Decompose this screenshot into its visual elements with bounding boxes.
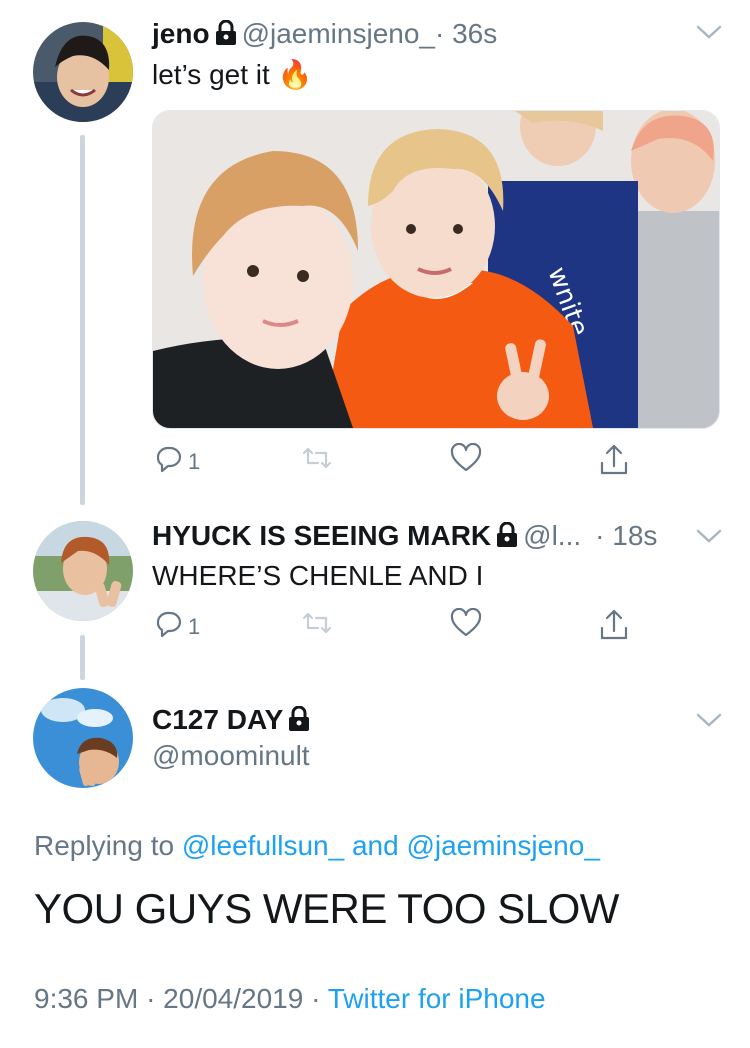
lock-icon — [214, 19, 238, 53]
reply-button[interactable]: 1 — [152, 443, 200, 481]
share-icon — [598, 443, 630, 483]
like-button[interactable] — [450, 442, 482, 479]
replying-prefix: Replying to — [34, 830, 175, 861]
meta-separator: · — [146, 983, 156, 1014]
meta-separator: · — [311, 983, 321, 1014]
user-handle[interactable]: @jaeminsjeno_ — [242, 18, 435, 49]
chevron-down-icon[interactable] — [696, 24, 722, 45]
tweet-source-link[interactable]: Twitter for iPhone — [328, 983, 546, 1014]
tweet-text: let’s get it 🔥 — [152, 58, 312, 91]
fire-emoji: 🔥 — [277, 59, 313, 90]
user-handle[interactable]: @moominult — [152, 740, 310, 772]
tweet-actions: 1 — [152, 607, 672, 648]
display-name[interactable]: HYUCK IS SEEING MARK — [152, 520, 491, 551]
retweet-button[interactable] — [300, 443, 334, 479]
retweet-button[interactable] — [300, 608, 334, 644]
user-handle[interactable]: @l... — [523, 520, 581, 551]
thread-line-2 — [80, 635, 85, 680]
reply-mention-link[interactable]: @leefullsun_ — [182, 830, 344, 861]
tweet-time: 9:36 PM — [34, 983, 139, 1014]
reply-count: 1 — [188, 449, 201, 474]
avatar[interactable] — [33, 688, 133, 788]
retweet-icon — [300, 443, 334, 479]
chevron-down-icon[interactable] — [696, 712, 722, 733]
tweet-meta: 9:36 PM · 20/04/2019 · Twitter for iPhon… — [34, 983, 546, 1015]
reply-mention-link[interactable]: @jaeminsjeno_ — [406, 830, 599, 861]
display-name[interactable]: C127 DAY — [152, 704, 283, 735]
tweet-date: 20/04/2019 — [163, 983, 304, 1014]
like-icon — [450, 442, 482, 479]
share-icon — [598, 608, 630, 648]
thread-line-1 — [80, 135, 85, 505]
avatar[interactable] — [33, 521, 133, 621]
timestamp[interactable]: · 36s — [435, 18, 497, 49]
like-button[interactable] — [450, 607, 482, 644]
reply-count: 1 — [188, 614, 201, 639]
tweet-photo[interactable]: wnite — [152, 110, 720, 429]
reply-icon — [152, 443, 184, 481]
chevron-down-icon[interactable] — [696, 528, 722, 549]
reply-button[interactable]: 1 — [152, 608, 200, 646]
main-tweet-name-row: C127 DAY — [152, 704, 315, 739]
tweet-header: jeno @jaeminsjeno_· 36s — [152, 18, 497, 53]
lock-icon — [287, 705, 311, 739]
tweet-text: WHERE’S CHENLE AND I — [152, 560, 484, 591]
main-tweet-text: YOU GUYS WERE TOO SLOW — [34, 885, 619, 932]
lock-icon — [495, 521, 519, 555]
display-name[interactable]: jeno — [152, 18, 210, 49]
retweet-icon — [300, 608, 334, 644]
reply-icon — [152, 608, 184, 646]
tweet-actions: 1 — [152, 442, 672, 483]
timestamp[interactable]: · 18s — [595, 520, 657, 551]
avatar[interactable] — [33, 22, 133, 122]
like-icon — [450, 607, 482, 644]
share-button[interactable] — [598, 443, 630, 483]
tweet-header: HYUCK IS SEEING MARK @l... · 18s — [152, 520, 657, 555]
replying-to: Replying to @leefullsun_ and @jaeminsjen… — [34, 830, 600, 862]
tweet-text-body: let’s get it — [152, 59, 270, 90]
replying-and: and — [351, 830, 399, 861]
share-button[interactable] — [598, 608, 630, 648]
